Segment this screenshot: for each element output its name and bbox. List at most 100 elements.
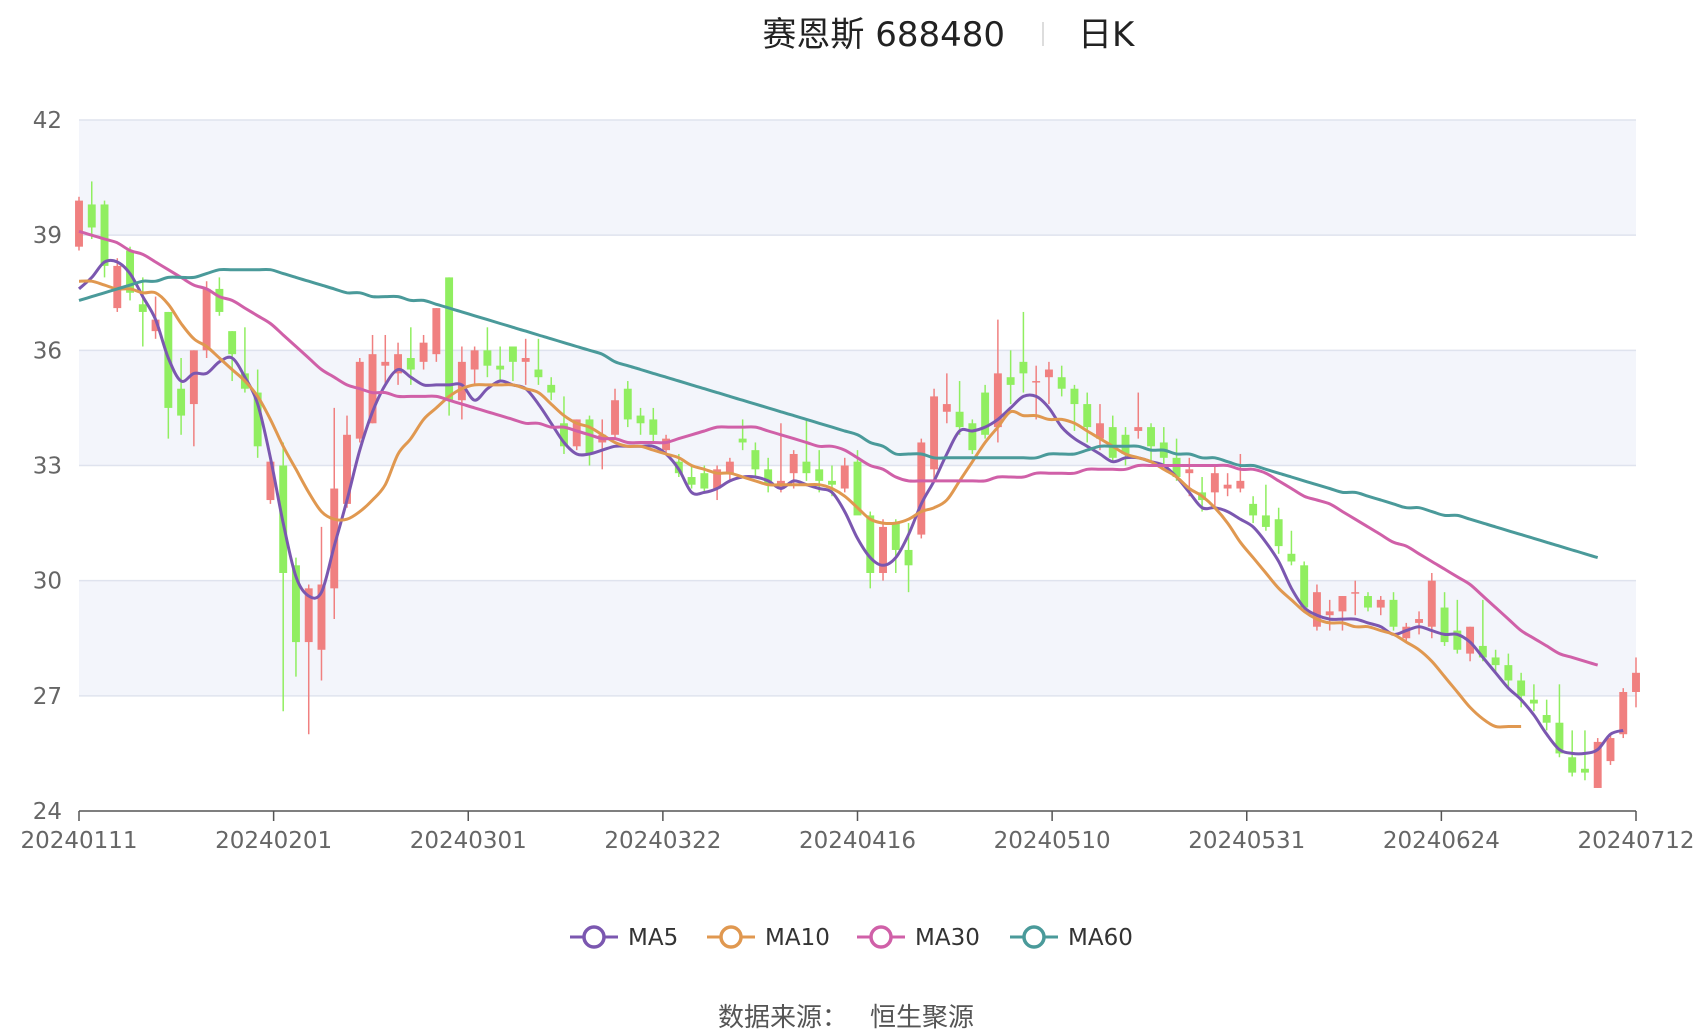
candle-body [521, 358, 530, 362]
y-tick-label: 27 [33, 684, 62, 710]
candle [113, 258, 122, 312]
legend: MA5 MA10 MA30 MA60 [570, 925, 1133, 951]
candle-body [1057, 377, 1066, 389]
legend-label: MA30 [915, 925, 980, 951]
candle-body [432, 308, 441, 355]
source-footer: 数据来源： 恒生聚源 [718, 1003, 974, 1033]
x-axis: 20240111 20240201 20240301 20240322 20240416… [20, 810, 1695, 854]
candle [75, 196, 83, 251]
candle [1287, 530, 1296, 566]
candle-body [1491, 657, 1500, 666]
candle-body [1542, 715, 1551, 723]
x-tick-label: 20240712 [1577, 828, 1694, 854]
candle-body [840, 465, 849, 489]
candles [75, 181, 1640, 788]
legend-item-ma60[interactable]: MA60 [1010, 925, 1133, 951]
candle-body [1070, 388, 1079, 405]
y-tick-label: 33 [33, 454, 62, 480]
candle [1261, 484, 1270, 531]
candle [138, 277, 147, 347]
candle-body [687, 477, 696, 485]
candle-body [1287, 553, 1296, 562]
candle-body [406, 358, 415, 370]
candle [1249, 496, 1258, 524]
candle [1210, 465, 1219, 508]
candle-body [483, 350, 492, 366]
chart-title: 赛恩斯 688480 [762, 15, 1005, 55]
candle [891, 519, 900, 573]
candle-body [1325, 611, 1334, 616]
candle [355, 358, 364, 443]
candle-body [1300, 565, 1309, 608]
legend-item-ma30[interactable]: MA30 [857, 925, 980, 951]
candle-body [1134, 427, 1143, 431]
candle-body [1185, 469, 1194, 474]
candle-body [1032, 381, 1041, 383]
candle-body [649, 419, 658, 435]
candle-body [1236, 480, 1245, 489]
candle-body [138, 304, 147, 312]
x-tick-label: 20240322 [604, 828, 721, 854]
legend-label: MA60 [1068, 925, 1133, 951]
candle-body [1044, 369, 1053, 378]
candle-body [419, 342, 428, 362]
candle-body [1210, 473, 1219, 493]
candle-body [1427, 580, 1436, 627]
candle [1274, 507, 1283, 554]
candle-body [917, 442, 926, 535]
candle-body [725, 461, 734, 474]
period-tab-daily[interactable]: 日K [1078, 15, 1136, 55]
candle-body [1223, 484, 1232, 489]
x-tick-label: 20240111 [20, 828, 137, 854]
candle-body [215, 288, 224, 312]
y-tick-label: 30 [33, 569, 62, 595]
candle-body [815, 469, 824, 481]
x-tick-label: 20240624 [1383, 828, 1500, 854]
source-label: 数据来源： [718, 1003, 848, 1033]
candle-body [751, 450, 760, 470]
candle-body [457, 361, 466, 401]
candle-body [508, 346, 517, 362]
candle-body [968, 423, 977, 451]
candle [432, 308, 441, 362]
candle-body [1261, 515, 1270, 527]
candle-body [1147, 427, 1155, 447]
x-tick-label: 20240531 [1188, 828, 1305, 854]
candle-body [534, 369, 543, 378]
chart-title-group: 赛恩斯 688480 日K [762, 15, 1136, 55]
candle-body [1580, 768, 1589, 773]
legend-marker [719, 925, 743, 949]
candle-body [611, 400, 619, 435]
legend-marker [582, 925, 606, 949]
candle-body [904, 549, 913, 566]
candle-body [202, 288, 211, 351]
candle-body [1376, 599, 1385, 608]
candle [1580, 730, 1589, 781]
candle-body [802, 461, 811, 474]
candle-body [100, 204, 109, 266]
candle-body [1415, 619, 1423, 623]
candle-body [1440, 607, 1449, 643]
candle-body [1619, 691, 1628, 735]
candle [879, 519, 887, 581]
legend-marker [869, 925, 893, 949]
candle-body [470, 350, 479, 370]
y-tick-label: 39 [33, 223, 62, 249]
candle-body [789, 453, 798, 474]
candle [1542, 699, 1551, 731]
candle-body [228, 331, 237, 355]
candle-body [1504, 665, 1513, 681]
candle-body [1019, 361, 1028, 374]
legend-item-ma10[interactable]: MA10 [707, 925, 830, 951]
candle [687, 465, 696, 489]
candle-body [700, 473, 709, 489]
legend-item-ma5[interactable]: MA5 [570, 925, 678, 951]
candle-body [1274, 519, 1283, 547]
candle-body [177, 388, 186, 416]
candle-body [1389, 599, 1398, 627]
grid-band [79, 350, 1636, 466]
x-tick-label: 20240416 [799, 828, 916, 854]
candle-body [891, 523, 900, 550]
candle-body [355, 361, 364, 439]
candle-body [381, 361, 390, 366]
